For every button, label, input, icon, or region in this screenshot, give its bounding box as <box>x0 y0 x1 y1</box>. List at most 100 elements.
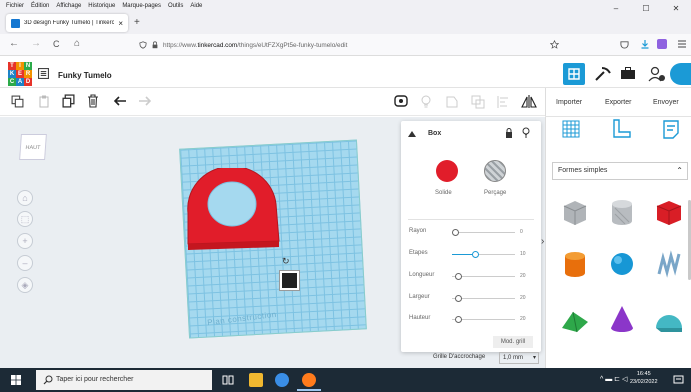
slider-knob[interactable] <box>454 273 462 280</box>
solid-color-button[interactable] <box>436 160 458 182</box>
reload-button[interactable]: C <box>53 39 60 49</box>
minimize-button[interactable]: – <box>601 0 631 18</box>
import-button[interactable]: Importer <box>556 99 582 106</box>
ortho-view-button[interactable]: ◈ <box>17 277 33 293</box>
collapse-inspector-icon[interactable] <box>408 131 416 137</box>
new-tab-button[interactable]: + <box>134 17 140 28</box>
export-button[interactable]: Exporter <box>605 99 631 106</box>
shape-sphere[interactable] <box>606 248 638 280</box>
maximize-button[interactable]: ☐ <box>631 0 661 18</box>
property-slider[interactable] <box>452 295 515 302</box>
tab-close-icon[interactable]: × <box>118 19 123 28</box>
slider-knob[interactable] <box>452 229 459 236</box>
slider-knob[interactable] <box>454 295 462 302</box>
red-solid-shape[interactable] <box>186 168 281 250</box>
redo-icon[interactable] <box>138 96 152 106</box>
undo-icon[interactable] <box>113 96 127 106</box>
notification-icon[interactable] <box>673 375 684 385</box>
slider-knob[interactable] <box>471 251 479 258</box>
menu-aide[interactable]: Aide <box>190 3 202 9</box>
system-tray-icons[interactable]: ^ ▬ ⊏ ◁ <box>600 375 627 383</box>
menu-fichier[interactable]: Fichier <box>6 3 24 9</box>
snap-grid-select[interactable]: 1,0 mm ▾ <box>499 352 539 364</box>
zoom-in-button[interactable]: + <box>17 233 33 249</box>
paste-icon[interactable] <box>38 95 50 108</box>
menu-historique[interactable]: Historique <box>88 3 115 9</box>
url-bar[interactable]: https://www.tinkercad.com/things/eUtFZXg… <box>133 37 567 53</box>
trash-icon[interactable] <box>87 94 99 108</box>
avatar[interactable] <box>670 63 691 85</box>
browser-tab[interactable]: 3D design Funky Tumelo | Tinkercad × <box>6 14 128 32</box>
rotate-handle-icon[interactable]: ↻ <box>282 256 290 267</box>
hamburger-menu-icon[interactable] <box>677 39 687 49</box>
mirror-icon[interactable] <box>521 94 537 109</box>
shape-cone[interactable] <box>606 302 638 334</box>
library-selected: Formes simples <box>558 167 608 174</box>
shape-library-select[interactable]: Formes simples ⌃ <box>552 162 688 180</box>
taskbar-search[interactable]: Taper ici pour rechercher <box>36 370 212 390</box>
selected-box-object[interactable] <box>280 271 299 290</box>
shape-scribble[interactable] <box>653 248 685 280</box>
fit-view-button[interactable]: ⬚ <box>17 211 33 227</box>
extension-icon[interactable] <box>657 39 667 49</box>
menu-edition[interactable]: Édition <box>31 3 49 9</box>
lock-shape-icon[interactable] <box>505 128 513 138</box>
property-slider[interactable] <box>452 251 515 258</box>
copy-to-workplane-icon[interactable] <box>11 95 24 108</box>
duplicate-icon[interactable] <box>62 94 75 108</box>
menu-marque-pages[interactable]: Marque-pages <box>122 3 161 9</box>
property-label: Hauteur <box>409 315 431 321</box>
ruler-icon[interactable] <box>610 118 632 140</box>
divider <box>545 116 691 117</box>
task-view-icon[interactable] <box>222 374 234 386</box>
workplane-grid-icon[interactable] <box>560 118 582 140</box>
briefcase-icon[interactable] <box>620 67 636 80</box>
home-view-button[interactable]: ⌂ <box>17 190 33 206</box>
hole-button[interactable] <box>484 160 506 182</box>
blocks-pickaxe-icon[interactable] <box>594 66 612 82</box>
back-button[interactable]: ← <box>9 38 19 49</box>
lock-icon <box>152 41 158 49</box>
shape-half-cylinder[interactable] <box>653 302 685 334</box>
design-title[interactable]: Funky Tumelo <box>58 71 112 80</box>
close-window-button[interactable]: ✕ <box>661 0 691 18</box>
property-slider[interactable] <box>452 273 515 280</box>
collapse-panel-chevron-icon[interactable]: › <box>541 236 544 247</box>
notes-icon[interactable] <box>660 118 682 140</box>
edit-grid-button[interactable]: Mod. grill <box>493 336 533 348</box>
light-bulb-icon[interactable] <box>420 95 432 109</box>
design-list-icon[interactable] <box>38 68 49 79</box>
property-slider[interactable] <box>452 316 515 323</box>
menu-affichage[interactable]: Affichage <box>56 3 81 9</box>
windows-start-icon[interactable] <box>11 375 21 385</box>
ungroup-icon[interactable] <box>471 95 485 109</box>
firefox-icon[interactable] <box>302 373 316 387</box>
shape-roof[interactable] <box>559 302 591 334</box>
home-button[interactable]: ⌂ <box>74 38 80 49</box>
group-icon[interactable] <box>445 95 459 109</box>
tinkercad-logo[interactable]: T I N K E R C A D <box>8 62 32 86</box>
shape-cylinder-hole[interactable] <box>606 196 638 228</box>
shape-cylinder[interactable] <box>559 248 591 280</box>
add-user-icon[interactable] <box>648 65 666 83</box>
bookmark-star-icon[interactable] <box>550 40 559 49</box>
visibility-bulb-icon[interactable] <box>522 127 530 138</box>
slider-knob[interactable] <box>454 316 462 323</box>
align-icon[interactable] <box>497 95 509 109</box>
file-explorer-icon[interactable] <box>249 373 263 387</box>
note-bubble-icon[interactable] <box>394 95 408 109</box>
forward-button[interactable]: → <box>31 38 41 49</box>
view-cube[interactable]: HAUT <box>19 134 47 160</box>
download-icon[interactable] <box>640 39 650 49</box>
taskbar-clock[interactable]: 16:45 23/02/2022 <box>630 370 658 386</box>
menu-outils[interactable]: Outils <box>168 3 183 9</box>
send-to-button[interactable]: Envoyer <box>653 99 679 106</box>
property-slider[interactable] <box>452 229 515 236</box>
pocket-icon[interactable] <box>620 40 629 49</box>
property-label: Longueur <box>409 272 435 278</box>
teams-icon[interactable] <box>275 373 289 387</box>
zoom-out-button[interactable]: – <box>17 255 33 271</box>
3d-view-button[interactable] <box>563 63 585 85</box>
shape-box-hole[interactable] <box>559 196 591 228</box>
shape-box[interactable] <box>653 196 685 228</box>
